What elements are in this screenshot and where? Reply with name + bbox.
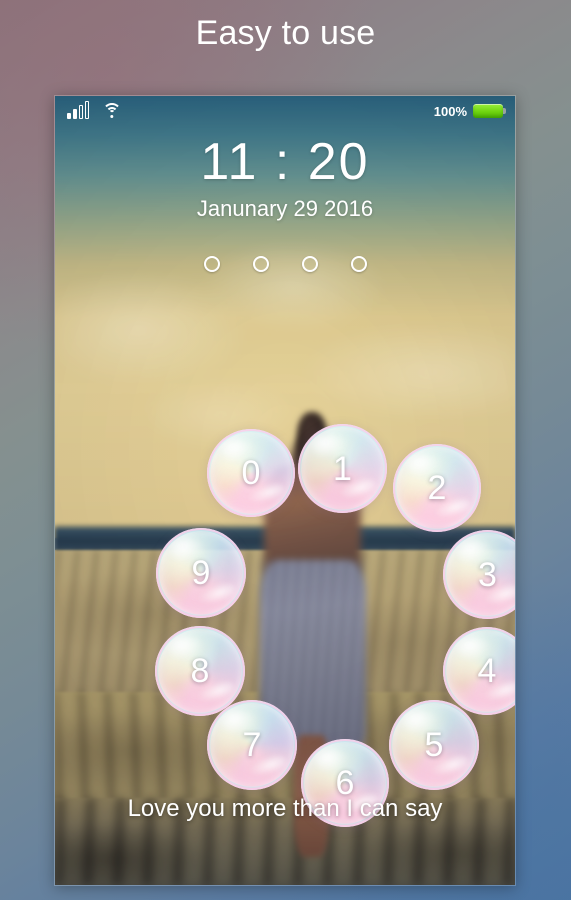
keypad-bubble-8[interactable]: 8 (155, 626, 245, 716)
keypad-digit-label: 7 (242, 726, 262, 764)
keypad-bubble-4[interactable]: 4 (443, 627, 515, 715)
clock-block: 11 : 20 Janunary 29 2016 (55, 132, 515, 224)
wifi-icon (102, 103, 122, 119)
pin-dot-1 (203, 256, 220, 272)
battery-full-icon (473, 104, 506, 118)
keypad-digit-label: 0 (241, 454, 261, 492)
pin-dot-2 (252, 256, 269, 272)
pin-dot-3 (301, 256, 318, 272)
keypad-bubble-2[interactable]: 2 (393, 444, 481, 532)
status-bar-right: 100% (433, 103, 506, 119)
keypad-bubble-9[interactable]: 9 (156, 528, 246, 618)
keypad-digit-label: 1 (333, 449, 352, 488)
status-bar: 100% (55, 96, 515, 126)
keypad-digit-label: 3 (478, 555, 497, 594)
promo-backdrop: Easy to use 100% 11: 20 Janunary 29 201… (0, 0, 571, 900)
keypad-bubble-5[interactable]: 5 (389, 700, 479, 790)
keypad-bubble-7[interactable]: 7 (207, 700, 297, 790)
battery-percent-label: 100% (433, 103, 467, 119)
promo-headline: Easy to use (195, 14, 376, 52)
keypad-bubble-0[interactable]: 0 (207, 429, 295, 517)
keypad-digit-label: 4 (477, 652, 497, 690)
keypad-digit-label: 5 (424, 726, 444, 764)
clock-time: 11 : 20 (200, 133, 370, 191)
clock-date: Janunary 29 2016 (196, 196, 374, 221)
phone-lockscreen: 100% 11 : 20 Janunary 29 2016 0129384756… (54, 95, 516, 886)
keypad-bubble-1[interactable]: 1 (298, 424, 387, 513)
signal-bars-icon (67, 101, 89, 119)
lock-hint-text: Love you more than I can say (127, 795, 443, 822)
keypad-bubble-3[interactable]: 3 (443, 530, 515, 619)
keypad-digit-label: 9 (191, 554, 211, 592)
pin-dot-4 (350, 256, 367, 272)
keypad-digit-label: 2 (427, 469, 447, 507)
keypad-digit-label: 8 (190, 652, 210, 690)
pin-indicator (55, 256, 515, 272)
